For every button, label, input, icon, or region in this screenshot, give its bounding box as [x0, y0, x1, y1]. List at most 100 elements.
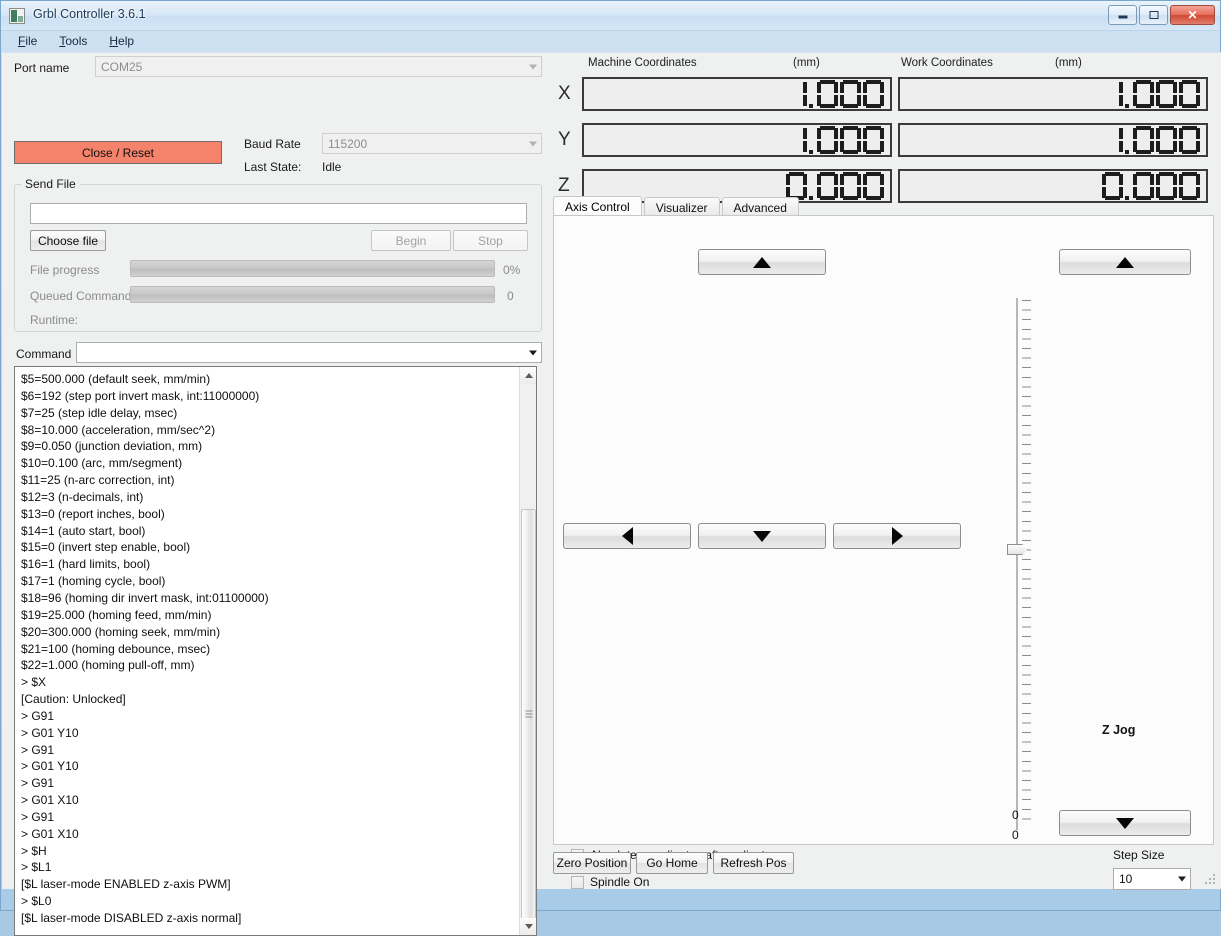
work-coordinates-title: Work Coordinates	[901, 57, 993, 69]
port-name-combo[interactable]: COM25	[95, 56, 542, 77]
step-size-label: Step Size	[1113, 848, 1165, 862]
machine-readout-x-digits	[799, 80, 884, 108]
machine-coordinates-title: Machine Coordinates	[588, 57, 697, 69]
work-readout-y	[898, 123, 1208, 157]
menu-help-rest: elp	[118, 34, 135, 48]
runtime-label: Runtime:	[30, 313, 79, 327]
spindle-on-checkbox[interactable]	[571, 876, 584, 889]
digit-1	[1115, 80, 1123, 108]
slider-value-top: 0	[1012, 808, 1019, 822]
chevron-down-icon	[529, 350, 537, 355]
work-coordinates-units: (mm)	[1055, 57, 1082, 69]
queued-commands-value: 0	[507, 289, 514, 303]
go-home-button[interactable]: Go Home	[636, 852, 708, 874]
stop-button[interactable]: Stop	[453, 230, 528, 251]
step-size-combo[interactable]: 10	[1113, 868, 1191, 890]
up-arrow-icon	[1116, 256, 1134, 268]
jog-z-minus-button[interactable]	[1059, 810, 1191, 836]
queued-commands-label: Queued Commands	[30, 289, 138, 303]
maximize-icon	[1149, 11, 1158, 19]
slider-track	[1016, 298, 1018, 830]
spindle-on-label: Spindle On	[590, 875, 650, 889]
digit-0	[1133, 126, 1154, 154]
machine-coordinates-units: (mm)	[793, 57, 820, 69]
left-arrow-icon	[621, 527, 633, 545]
digit-1	[799, 80, 807, 108]
application-window: Grbl Controller 3.6.1 ✕ File Tools Help …	[0, 0, 1221, 936]
menu-bar: File Tools Help	[1, 31, 1220, 51]
machine-readout-x	[582, 77, 892, 111]
digit-0	[817, 80, 838, 108]
file-path-input[interactable]	[30, 203, 527, 224]
digit-0	[863, 80, 884, 108]
digit-0	[1156, 126, 1177, 154]
digit-0	[1179, 172, 1200, 200]
menu-file-rest: ile	[25, 34, 38, 48]
tab-visualizer[interactable]: Visualizer	[643, 197, 720, 217]
command-combo[interactable]	[76, 342, 542, 363]
digit-0	[840, 126, 861, 154]
console-output[interactable]: $5=500.000 (default seek, mm/min) $6=192…	[14, 366, 537, 936]
file-progress-bar	[130, 260, 495, 277]
menu-file[interactable]: File	[9, 32, 46, 50]
chevron-down-icon	[1178, 876, 1186, 882]
tab-strip: Axis Control Visualizer Advanced	[553, 196, 801, 217]
decimal-point	[809, 126, 815, 154]
scrollbar-thumb[interactable]	[521, 509, 536, 919]
digit-0	[1179, 126, 1200, 154]
menu-tools[interactable]: Tools	[50, 32, 96, 50]
queued-commands-bar	[130, 286, 495, 303]
jog-x-minus-button[interactable]	[563, 523, 691, 549]
app-icon	[9, 8, 25, 24]
slider-value-bottom: 0	[1012, 828, 1019, 842]
decimal-point	[809, 80, 815, 108]
close-button[interactable]: ✕	[1170, 5, 1215, 25]
axis-control-panel: 0 0 Z Jog Absolute coordinates after adj…	[553, 215, 1214, 890]
port-name-value: COM25	[101, 60, 143, 74]
slider-ticks	[1022, 300, 1031, 828]
resize-grip-icon[interactable]	[1205, 874, 1217, 886]
begin-button[interactable]: Begin	[371, 230, 451, 251]
decimal-point	[809, 172, 815, 200]
jog-y-minus-button[interactable]	[698, 523, 826, 549]
tab-axis-control[interactable]: Axis Control	[553, 196, 642, 217]
jog-y-plus-button[interactable]	[698, 249, 826, 275]
maximize-button[interactable]	[1139, 5, 1168, 25]
digit-0	[863, 172, 884, 200]
digit-0	[1179, 80, 1200, 108]
z-jog-label: Z Jog	[1102, 723, 1136, 737]
choose-file-button[interactable]: Choose file	[30, 230, 106, 251]
minimize-button[interactable]	[1108, 5, 1137, 25]
left-panel: Port name COM25 Close / Reset Baud Rate …	[2, 53, 546, 936]
digit-0	[840, 80, 861, 108]
digit-1	[799, 126, 807, 154]
decimal-point	[1125, 80, 1131, 108]
scroll-down-icon[interactable]	[520, 918, 536, 935]
jog-z-plus-button[interactable]	[1059, 249, 1191, 275]
digit-0	[817, 126, 838, 154]
window-title: Grbl Controller 3.6.1	[33, 7, 146, 21]
refresh-pos-button[interactable]: Refresh Pos	[713, 852, 794, 874]
zero-position-button[interactable]: Zero Position	[553, 852, 631, 874]
baud-rate-combo[interactable]: 115200	[322, 133, 542, 154]
jog-x-plus-button[interactable]	[833, 523, 961, 549]
step-size-value: 10	[1119, 872, 1133, 886]
up-arrow-icon	[753, 256, 771, 268]
console-text: $5=500.000 (default seek, mm/min) $6=192…	[21, 372, 269, 925]
console-scrollbar[interactable]	[519, 367, 536, 935]
right-panel: Machine Coordinates (mm) Work Coordinate…	[546, 53, 1221, 890]
machine-readout-y-digits	[799, 126, 884, 154]
digit-0	[1102, 172, 1123, 200]
menu-help[interactable]: Help	[100, 32, 143, 50]
scroll-up-icon[interactable]	[520, 367, 536, 384]
digit-1	[1115, 126, 1123, 154]
title-bar: Grbl Controller 3.6.1 ✕	[1, 1, 1220, 31]
work-readout-x-digits	[1115, 80, 1200, 108]
axis-label-y: Y	[558, 129, 571, 150]
close-reset-button[interactable]: Close / Reset	[14, 141, 222, 164]
z-jog-slider[interactable]	[1006, 298, 1042, 830]
scrollbar-grip-icon	[525, 710, 532, 718]
window-controls: ✕	[1108, 5, 1215, 25]
digit-0	[863, 126, 884, 154]
tab-advanced[interactable]: Advanced	[721, 197, 799, 217]
